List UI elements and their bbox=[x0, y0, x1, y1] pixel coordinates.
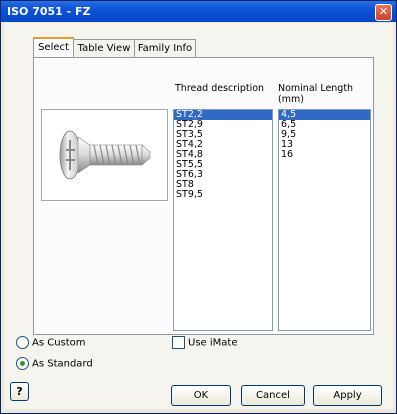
close-icon[interactable]: ✕ bbox=[375, 4, 392, 21]
radio-unchecked-icon bbox=[16, 336, 29, 349]
dialog-client: Select Table View Family Info Thread des… bbox=[4, 23, 393, 409]
tab-table-view[interactable]: Table View bbox=[73, 39, 135, 57]
radio-checked-icon bbox=[16, 357, 29, 370]
nominal-length-list[interactable]: 4,5 6,5 9,5 13 16 bbox=[278, 109, 371, 331]
title-bar[interactable]: ISO 7051 - FZ ✕ bbox=[1, 1, 396, 22]
part-preview bbox=[41, 109, 168, 201]
as-standard-radio[interactable]: As Standard bbox=[16, 357, 93, 370]
tab-select[interactable]: Select bbox=[33, 37, 74, 58]
select-tab-panel: Thread description ST2,2 ST2,9 ST3,5 ST4… bbox=[33, 57, 374, 335]
use-imate-checkbox[interactable]: Use iMate bbox=[172, 336, 237, 349]
window-title: ISO 7051 - FZ bbox=[7, 5, 91, 18]
list-item[interactable]: 16 bbox=[279, 150, 370, 160]
screw-image bbox=[59, 130, 151, 180]
ok-button[interactable]: OK bbox=[171, 385, 231, 406]
as-custom-radio[interactable]: As Custom bbox=[16, 336, 86, 349]
checkbox-icon bbox=[172, 336, 185, 349]
list-item[interactable]: ST9,5 bbox=[174, 190, 272, 200]
dialog-window: ISO 7051 - FZ ✕ Select Table View Family… bbox=[0, 0, 397, 414]
as-custom-label: As Custom bbox=[32, 337, 86, 349]
use-imate-label: Use iMate bbox=[188, 337, 238, 349]
thread-description-header: Thread description bbox=[175, 83, 265, 94]
thread-description-list[interactable]: ST2,2 ST2,9 ST3,5 ST4,2 ST4,8 ST5,5 ST6,… bbox=[173, 109, 273, 331]
nominal-length-header: Nominal Length (mm) bbox=[278, 83, 353, 105]
as-standard-label: As Standard bbox=[32, 358, 93, 370]
nominal-length-header-line1: Nominal Length bbox=[278, 83, 354, 94]
cancel-button[interactable]: Cancel bbox=[241, 385, 305, 406]
tab-family-info[interactable]: Family Info bbox=[134, 39, 196, 57]
apply-button[interactable]: Apply bbox=[313, 385, 382, 406]
nominal-length-header-line2: (mm) bbox=[278, 94, 304, 105]
help-button[interactable]: ? bbox=[10, 382, 29, 401]
